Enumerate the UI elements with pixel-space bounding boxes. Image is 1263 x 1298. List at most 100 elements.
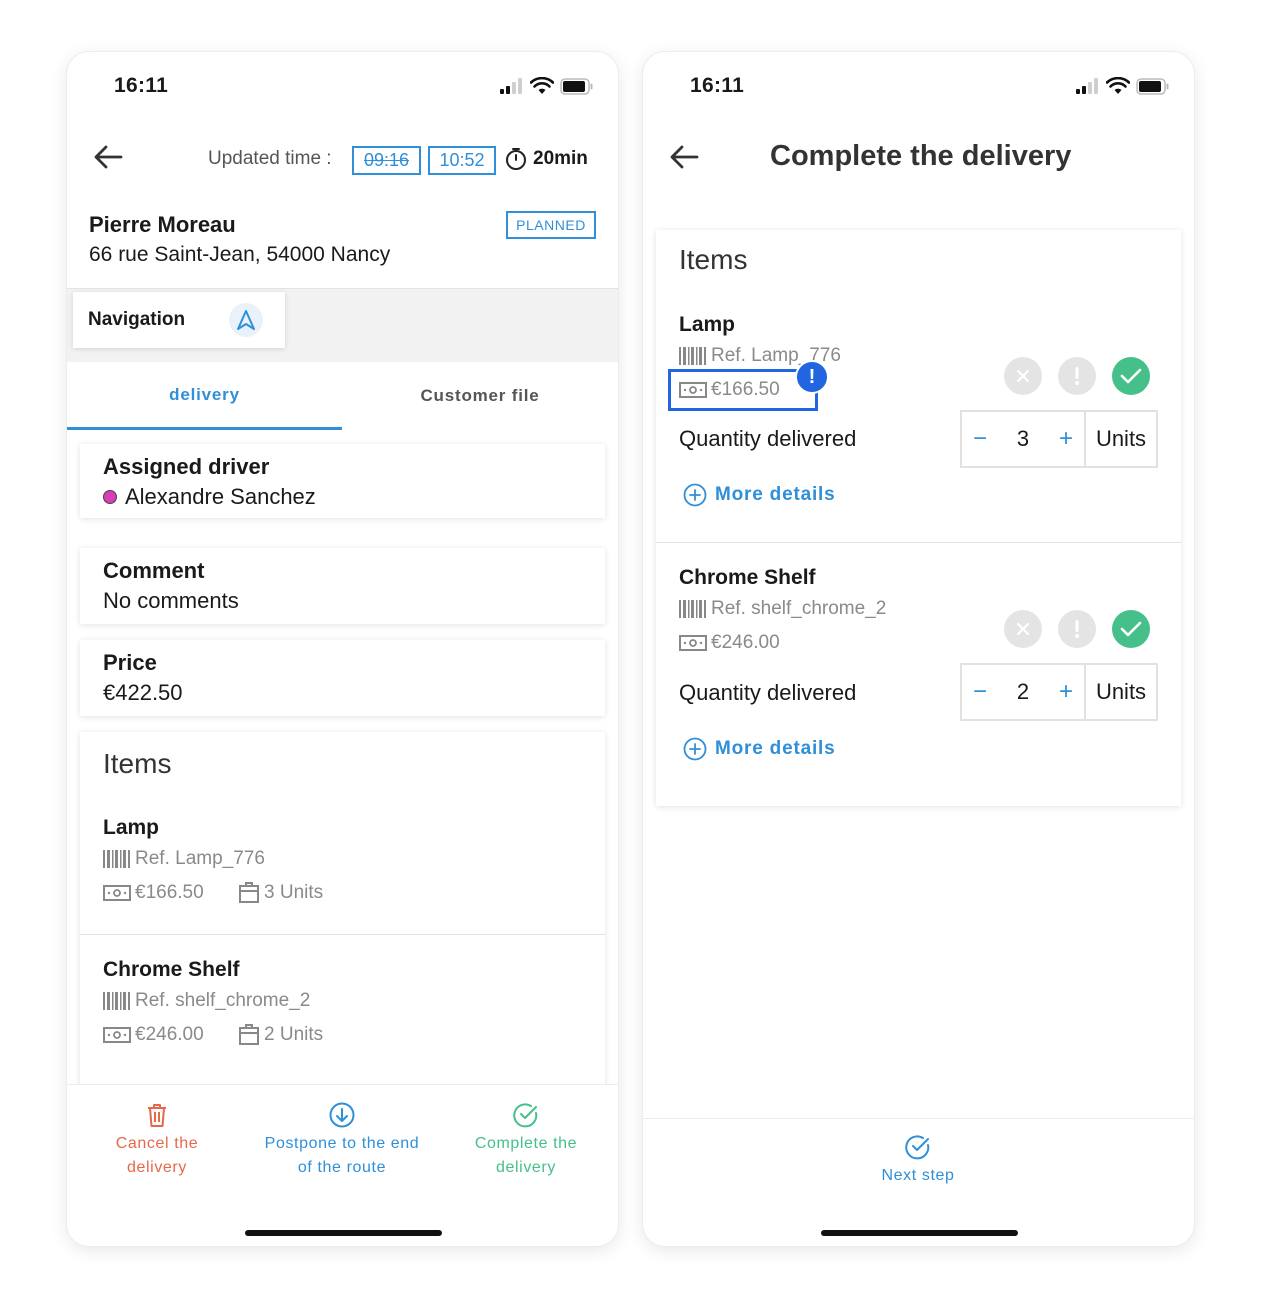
banknote-icon — [679, 635, 707, 651]
items-title: Items — [103, 748, 172, 779]
item-name: Lamp — [679, 313, 736, 336]
timer-icon — [506, 148, 526, 170]
item-price-row: €246.00 — [679, 632, 780, 654]
old-time-badge: 09:16 — [352, 146, 421, 175]
increment-button[interactable]: + — [1048, 425, 1084, 453]
items-card: Items Lamp Ref. Lamp_776 €166.50 ! Quant… — [656, 230, 1181, 806]
driver-color-dot — [103, 490, 117, 504]
price-value: €422.50 — [103, 680, 183, 705]
home-indicator — [245, 1230, 442, 1236]
next-step-label: Next step — [881, 1167, 955, 1184]
status-badge: PLANNED — [506, 211, 596, 239]
item-units: 3 Units — [264, 882, 324, 903]
customer-address: 66 rue Saint-Jean, 54000 Nancy — [89, 243, 391, 266]
banknote-icon — [103, 1027, 131, 1043]
x-icon — [1016, 622, 1030, 636]
issue-item-button[interactable] — [1058, 357, 1096, 395]
customer-name: Pierre Moreau — [89, 212, 236, 237]
quantity-value[interactable]: 3 — [998, 426, 1048, 452]
item-name: Chrome Shelf — [103, 958, 240, 981]
home-indicator — [821, 1230, 1018, 1236]
signal-icon — [1076, 78, 1098, 94]
barcode-icon — [679, 600, 706, 618]
driver-name: Alexandre Sanchez — [125, 484, 316, 509]
accept-item-button[interactable] — [1112, 610, 1150, 648]
item-ref: Ref. shelf_chrome_2 — [711, 598, 887, 619]
check-circle-icon — [513, 1103, 538, 1128]
more-details-button[interactable]: More details — [683, 483, 835, 507]
back-arrow-icon[interactable] — [93, 145, 123, 169]
price-card: Price €422.50 — [80, 640, 605, 716]
next-step-button[interactable]: Next step — [843, 1134, 993, 1188]
barcode-icon — [103, 992, 130, 1010]
complete-delivery-label: Complete the delivery — [474, 1135, 578, 1176]
item-name: Chrome Shelf — [679, 566, 816, 589]
updated-time-label: Updated time : — [208, 148, 332, 169]
item-price-row: €166.50 — [679, 379, 780, 401]
delivery-detail-screen: 16:11 Updated time : 09:16 10:52 20min P… — [67, 52, 618, 1246]
comment-value: No comments — [103, 588, 239, 613]
item-price: €166.50 — [711, 379, 780, 400]
cancel-delivery-label: Cancel the delivery — [115, 1135, 199, 1176]
banknote-icon — [679, 382, 707, 398]
item-price-row: €246.00 — [103, 1024, 204, 1046]
highlight-marker-badge: ! — [795, 360, 829, 394]
item-units-row: 2 Units — [238, 1024, 323, 1046]
item-price-row: €166.50 — [103, 882, 204, 904]
reject-item-button[interactable] — [1004, 610, 1042, 648]
cancel-delivery-button[interactable]: Cancel the delivery — [87, 1102, 227, 1180]
signal-icon — [500, 78, 522, 94]
item-ref-row: Ref. Lamp_776 — [103, 848, 265, 870]
more-details-label: More details — [715, 738, 836, 759]
item-divider — [656, 542, 1181, 543]
navigation-button[interactable]: Navigation — [73, 292, 285, 348]
battery-icon — [560, 77, 593, 95]
reject-item-button[interactable] — [1004, 357, 1042, 395]
bottom-divider — [643, 1118, 1194, 1119]
navigation-label: Navigation — [88, 309, 186, 330]
item-price: €166.50 — [135, 882, 204, 903]
tab-customer-file[interactable]: Customer file — [342, 362, 618, 430]
new-time-badge: 10:52 — [428, 146, 496, 175]
comment-card: Comment No comments — [80, 548, 605, 624]
arrow-down-circle-icon — [329, 1102, 355, 1128]
tab-delivery[interactable]: delivery — [67, 362, 342, 430]
issue-item-button[interactable] — [1058, 610, 1096, 648]
exclamation-icon — [1075, 620, 1079, 638]
quantity-label: Quantity delivered — [679, 426, 857, 451]
item-units: 2 Units — [264, 1024, 324, 1045]
increment-button[interactable]: + — [1048, 678, 1084, 706]
status-time: 16:11 — [690, 74, 745, 97]
quantity-stepper: − 3 + Units — [960, 410, 1158, 468]
battery-icon — [1136, 77, 1169, 95]
decrement-button[interactable]: − — [962, 425, 998, 453]
plus-circle-icon — [683, 737, 707, 761]
driver-row: Alexandre Sanchez — [103, 484, 316, 510]
banknote-icon — [103, 885, 131, 901]
postpone-label: Postpone to the end of the route — [264, 1135, 420, 1176]
x-icon — [1016, 369, 1030, 383]
item-name: Lamp — [103, 816, 160, 839]
status-time: 16:11 — [114, 74, 169, 97]
item-ref-row: Ref. shelf_chrome_2 — [103, 990, 310, 1012]
item-units-row: 3 Units — [238, 882, 323, 904]
accept-item-button[interactable] — [1112, 357, 1150, 395]
driver-card-title: Assigned driver — [103, 454, 270, 479]
plus-circle-icon — [683, 483, 707, 507]
more-details-button[interactable]: More details — [683, 737, 835, 761]
item-price: €246.00 — [711, 632, 780, 653]
postpone-button[interactable]: Postpone to the end of the route — [262, 1102, 422, 1180]
complete-delivery-button[interactable]: Complete the delivery — [455, 1102, 597, 1180]
page-title: Complete the delivery — [770, 140, 1072, 172]
quantity-value[interactable]: 2 — [998, 679, 1048, 705]
duration-text: 20min — [533, 148, 588, 169]
wifi-icon — [1106, 77, 1130, 94]
trash-icon — [148, 1104, 166, 1127]
barcode-icon — [103, 850, 130, 868]
decrement-button[interactable]: − — [962, 678, 998, 706]
back-arrow-icon[interactable] — [669, 145, 699, 169]
units-label: Units — [1084, 412, 1156, 466]
status-icons — [500, 77, 594, 95]
assigned-driver-card: Assigned driver Alexandre Sanchez — [80, 444, 605, 518]
navigation-icon — [229, 303, 263, 337]
